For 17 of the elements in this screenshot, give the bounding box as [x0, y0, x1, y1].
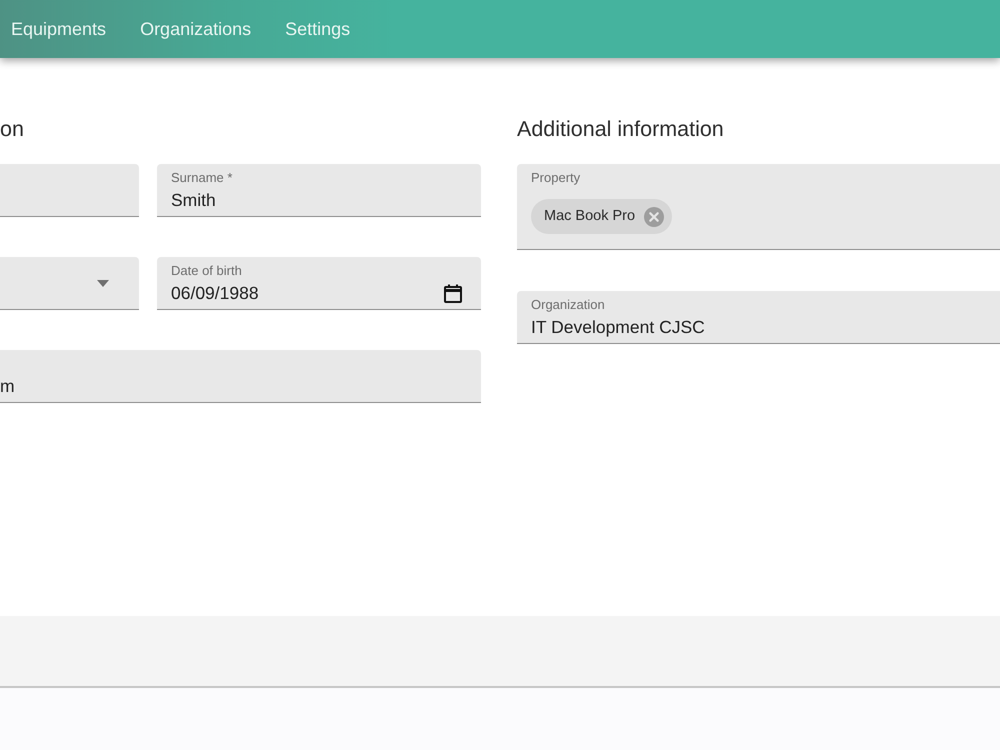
input-field[interactable]: Organization IT Development CJSC — [517, 291, 1000, 344]
section-heading: on — [0, 116, 24, 142]
tag-chip[interactable]: Mac Book Pro — [531, 199, 672, 234]
remove-icon — [644, 206, 664, 226]
field-label: Surname * — [171, 170, 232, 186]
calendar-icon — [444, 284, 462, 302]
select-field[interactable] — [0, 257, 139, 310]
date-field[interactable]: Date of birth 06/09/1988 — [157, 257, 481, 310]
input-field[interactable] — [0, 164, 139, 217]
caret-down-icon — [97, 280, 109, 286]
tag-input-field[interactable]: Property Mac Book Pro — [517, 164, 1000, 250]
section-heading: Additional information — [517, 116, 724, 142]
field-label: Organization — [531, 297, 605, 313]
input-field[interactable]: m — [0, 350, 481, 403]
input-field[interactable]: Surname * Smith — [157, 164, 481, 217]
field-label: Property — [531, 170, 580, 186]
field-label: Date of birth — [171, 263, 242, 279]
